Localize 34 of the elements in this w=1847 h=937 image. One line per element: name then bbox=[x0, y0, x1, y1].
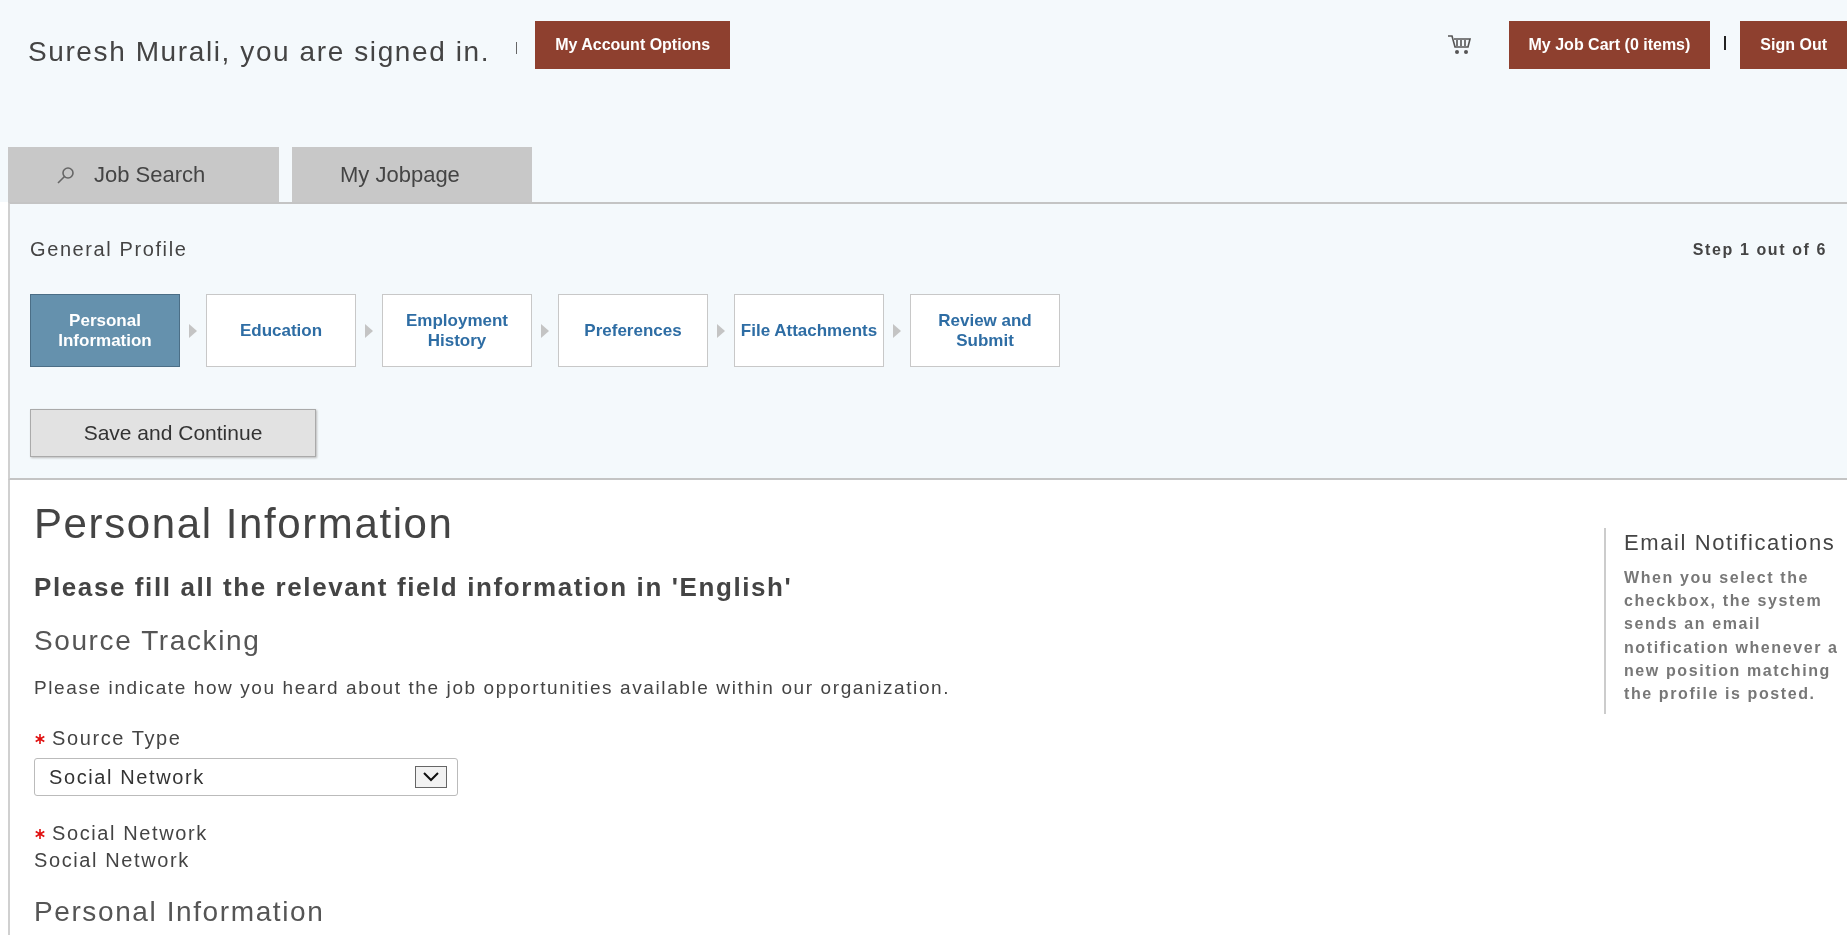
field-value: Social Network bbox=[34, 849, 191, 872]
step-counter: Step 1 out of 6 bbox=[1692, 240, 1827, 259]
account-options-button[interactable]: My Account Options bbox=[535, 21, 731, 69]
section-heading: Personal Information bbox=[34, 896, 326, 928]
profile-title: General Profile bbox=[30, 238, 188, 261]
step-button[interactable]: File Attachments bbox=[734, 294, 884, 367]
dropdown-icon bbox=[415, 766, 447, 788]
arrow-icon bbox=[716, 323, 726, 338]
signed-in-text: Suresh Murali, you are signed in. bbox=[28, 36, 491, 68]
step-button[interactable]: Preferences bbox=[558, 294, 708, 367]
tab[interactable]: Job Search bbox=[8, 147, 279, 202]
job-cart-button[interactable]: My Job Cart (0 items) bbox=[1508, 21, 1711, 69]
search-icon bbox=[56, 164, 76, 185]
select-field[interactable]: Social Network bbox=[34, 758, 458, 796]
description-text: Please indicate how you heard about the job opportunities available within our organization. bbox=[34, 677, 952, 699]
page-heading: Personal Information bbox=[34, 500, 455, 548]
cart-icon bbox=[1446, 34, 1473, 56]
step-button[interactable]: Review and Submit bbox=[910, 294, 1060, 367]
instruction-text: Please fill all the relevant field information in 'English' bbox=[34, 572, 794, 603]
save-continue-button[interactable]: Save and Continue bbox=[30, 409, 316, 457]
arrow-icon bbox=[540, 323, 550, 338]
section-heading: Source Tracking bbox=[34, 625, 262, 657]
field-label: Social Network bbox=[52, 822, 208, 845]
arrow-icon bbox=[188, 323, 198, 338]
sign-out-button[interactable]: Sign Out bbox=[1740, 21, 1847, 69]
step-button[interactable]: Personal Information bbox=[30, 294, 180, 367]
aside-text: When you select the checkbox, the system sends an email notification whenever a new position matching the profile is posted. bbox=[1624, 568, 1839, 704]
step-button[interactable]: Education bbox=[206, 294, 356, 367]
field-label: Source Type bbox=[52, 727, 182, 750]
arrow-icon bbox=[364, 323, 374, 338]
step-button[interactable]: Employment History bbox=[382, 294, 532, 367]
aside-title: Email Notifications bbox=[1624, 530, 1837, 556]
arrow-icon bbox=[892, 323, 902, 338]
tab[interactable]: My Jobpage bbox=[292, 147, 532, 202]
